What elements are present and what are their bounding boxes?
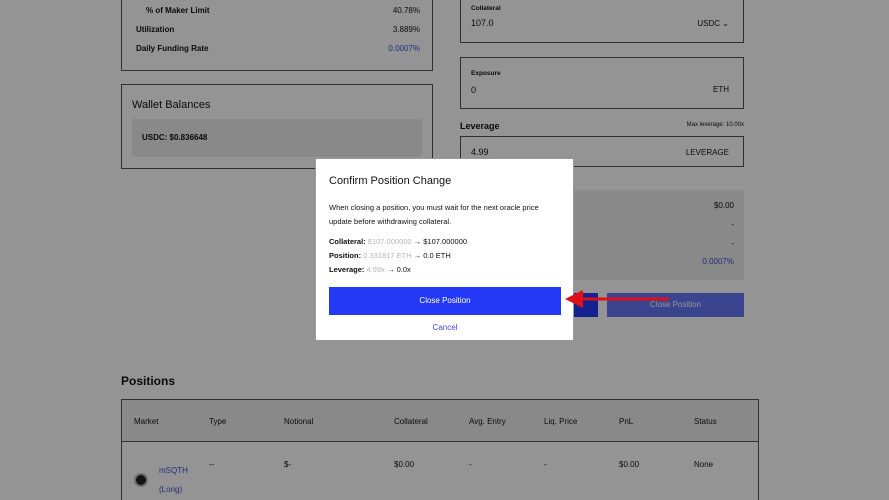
modal-leverage-label: Leverage:: [329, 265, 365, 274]
modal-leverage-old: 4.99x: [366, 265, 385, 274]
modal-position-row: Position: 0.331817 ETH → 0.0 ETH: [329, 251, 451, 260]
modal-leverage-new: → 0.0x: [386, 265, 411, 274]
modal-position-new: → 0.0 ETH: [413, 251, 451, 260]
confirm-close-position-button[interactable]: Close Position: [329, 287, 561, 315]
modal-title: Confirm Position Change: [329, 175, 452, 187]
modal-position-old: 0.331817 ETH: [363, 251, 412, 260]
modal-leverage-row: Leverage: 4.99x → 0.0x: [329, 265, 411, 274]
modal-description: When closing a position, you must wait f…: [329, 203, 539, 226]
modal-position-label: Position:: [329, 251, 362, 260]
cancel-button[interactable]: Cancel: [329, 323, 561, 332]
modal-collateral-new: → $107.000000: [413, 237, 468, 246]
modal-collateral-row: Collateral: $107.000000 → $107.000000: [329, 237, 467, 246]
confirm-position-modal: Confirm Position Change When closing a p…: [315, 158, 574, 341]
annotation-arrow-icon: [565, 290, 669, 308]
modal-collateral-label: Collateral:: [329, 237, 366, 246]
modal-collateral-old: $107.000000: [367, 237, 412, 246]
